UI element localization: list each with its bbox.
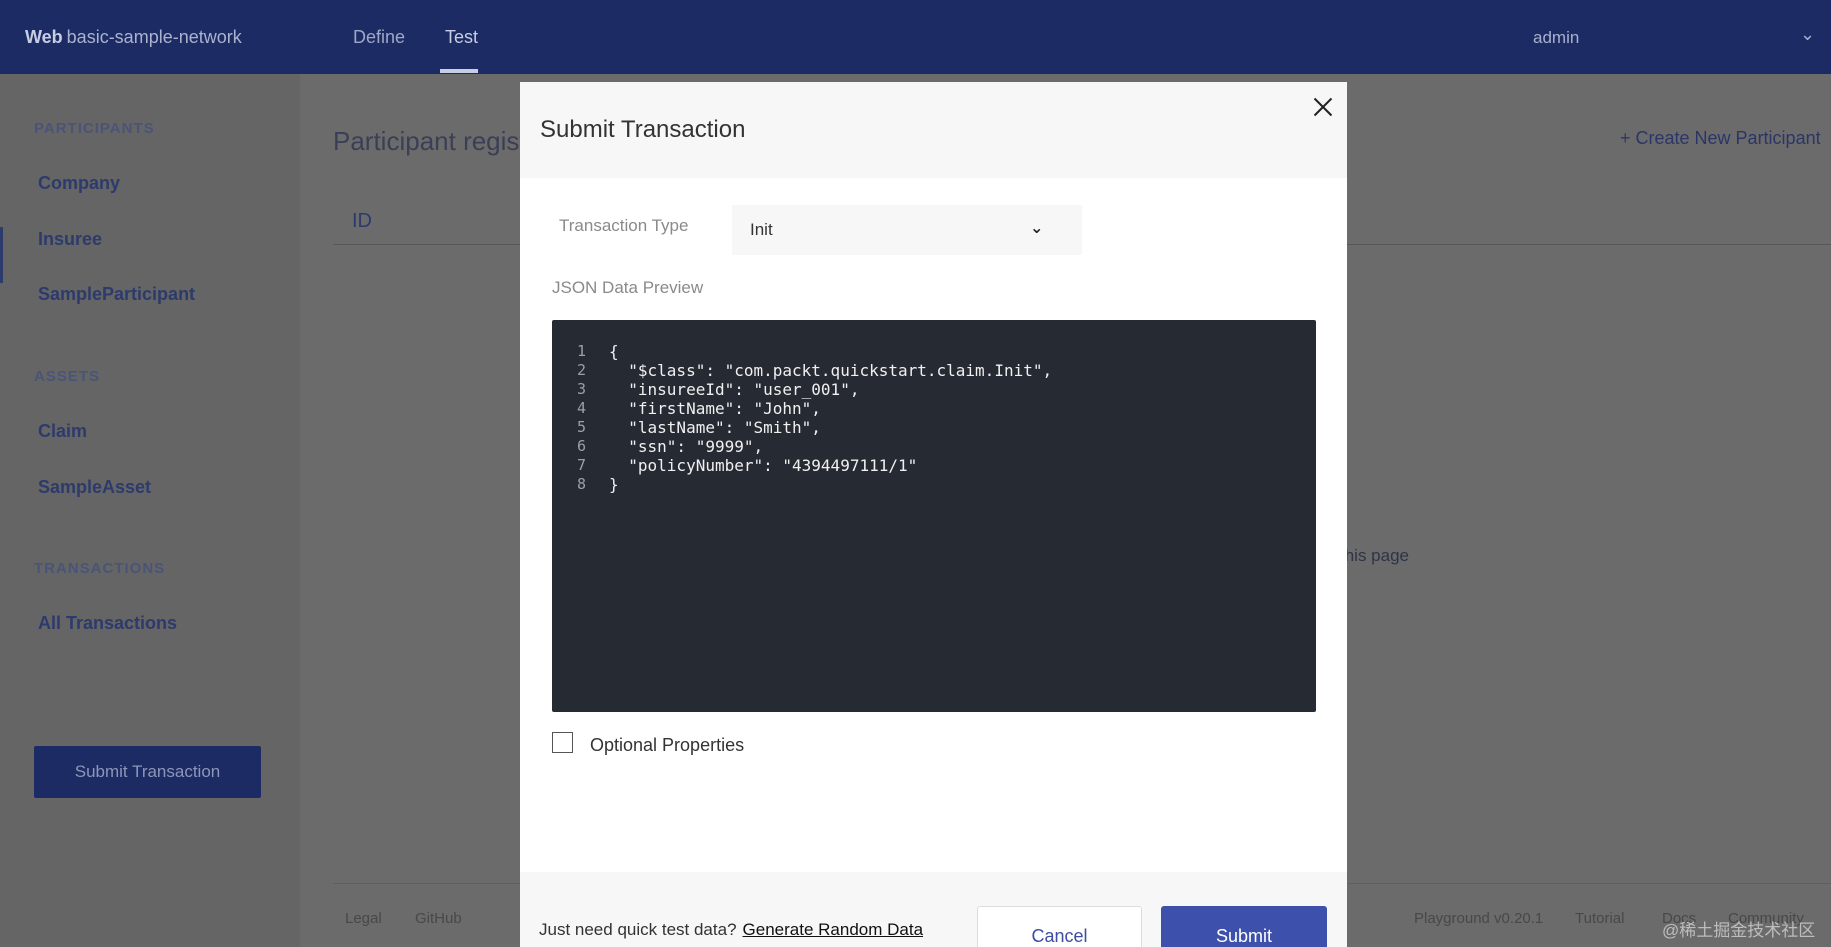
sidebar-item-sampleparticipant[interactable]: SampleParticipant (38, 284, 195, 305)
footer-link-legal[interactable]: Legal (345, 910, 382, 927)
line-content: "insureeId": "user_001", (609, 380, 860, 399)
transaction-type-select[interactable]: Init ⌄ (732, 205, 1082, 255)
line-number: 2 (576, 361, 586, 379)
transactions-heading: TRANSACTIONS (34, 560, 166, 577)
page-title: Participant registr (333, 126, 536, 156)
chevron-down-icon: ⌄ (1030, 220, 1044, 237)
line-content: "ssn": "9999", (609, 437, 764, 456)
sidebar: PARTICIPANTS Company Insuree SampleParti… (0, 74, 300, 947)
sidebar-item-claim[interactable]: Claim (38, 421, 87, 442)
footer-version: Playground v0.20.1 (1414, 910, 1544, 927)
participants-heading: PARTICIPANTS (34, 120, 155, 137)
line-content: "firstName": "John", (609, 399, 821, 418)
line-number: 7 (576, 456, 586, 474)
assets-heading: ASSETS (34, 368, 101, 385)
line-number: 4 (576, 399, 586, 417)
brand-name: basic-sample-network (66, 27, 242, 47)
brand-bold: Web (25, 27, 63, 47)
cancel-button[interactable]: Cancel (977, 906, 1142, 947)
transaction-type-label: Transaction Type (559, 216, 689, 235)
sidebar-item-company[interactable]: Company (38, 173, 120, 194)
code-line: 8} (552, 475, 1316, 497)
user-menu[interactable]: admin (1533, 28, 1579, 48)
line-number: 5 (576, 418, 586, 436)
sidebar-item-all-transactions[interactable]: All Transactions (38, 613, 177, 634)
line-number: 1 (576, 342, 586, 360)
footer-link-github[interactable]: GitHub (415, 910, 462, 927)
generate-random-data-link[interactable]: Generate Random Data (743, 920, 924, 939)
line-number: 8 (576, 475, 586, 493)
line-number: 3 (576, 380, 586, 398)
sidebar-submit-transaction-button[interactable]: Submit Transaction (34, 746, 261, 798)
optional-properties-label[interactable]: Optional Properties (590, 735, 744, 756)
quick-test-text: Just need quick test data? (539, 920, 737, 939)
line-number: 6 (576, 437, 586, 455)
footer-link-tutorial[interactable]: Tutorial (1575, 910, 1624, 927)
line-content: "lastName": "Smith", (609, 418, 821, 437)
json-preview-label: JSON Data Preview (552, 278, 704, 297)
tab-test[interactable]: Test (445, 27, 478, 48)
submit-transaction-dialog: Submit Transaction Transaction Type Init… (520, 82, 1347, 947)
chevron-down-icon[interactable]: ⌄ (1800, 24, 1815, 45)
transaction-type-value: Init (750, 220, 773, 239)
empty-state-text: this page (1340, 546, 1409, 565)
line-content: "$class": "com.packt.quickstart.claim.In… (609, 361, 1053, 380)
line-content: } (609, 475, 619, 494)
sidebar-item-insuree[interactable]: Insuree (38, 229, 102, 250)
close-icon[interactable] (1310, 94, 1336, 120)
dialog-title: Submit Transaction (540, 116, 746, 143)
optional-properties-checkbox[interactable] (552, 732, 573, 753)
quick-test-data-prompt: Just need quick test data? Generate Rando… (539, 920, 923, 940)
line-content: "policyNumber": "4394497111/1" (609, 456, 918, 475)
watermark: @稀土掘金技术社区 (1662, 921, 1816, 940)
create-new-participant-link[interactable]: + Create New Participant (1620, 128, 1821, 149)
json-code-editor[interactable]: 1 { 2 "$class": "com.packt.quickstart.cla… (552, 320, 1316, 712)
app-brand[interactable]: Web basic-sample-network (25, 27, 242, 48)
tab-define[interactable]: Define (353, 27, 405, 48)
line-content: { (609, 342, 619, 361)
column-header-id: ID (352, 210, 372, 232)
top-navigation-bar: Web basic-sample-network Define Test admi… (0, 0, 1831, 74)
sidebar-active-indicator (0, 227, 3, 283)
sidebar-item-sampleasset[interactable]: SampleAsset (38, 477, 151, 498)
active-tab-indicator (440, 69, 478, 73)
submit-button[interactable]: Submit (1161, 906, 1327, 947)
